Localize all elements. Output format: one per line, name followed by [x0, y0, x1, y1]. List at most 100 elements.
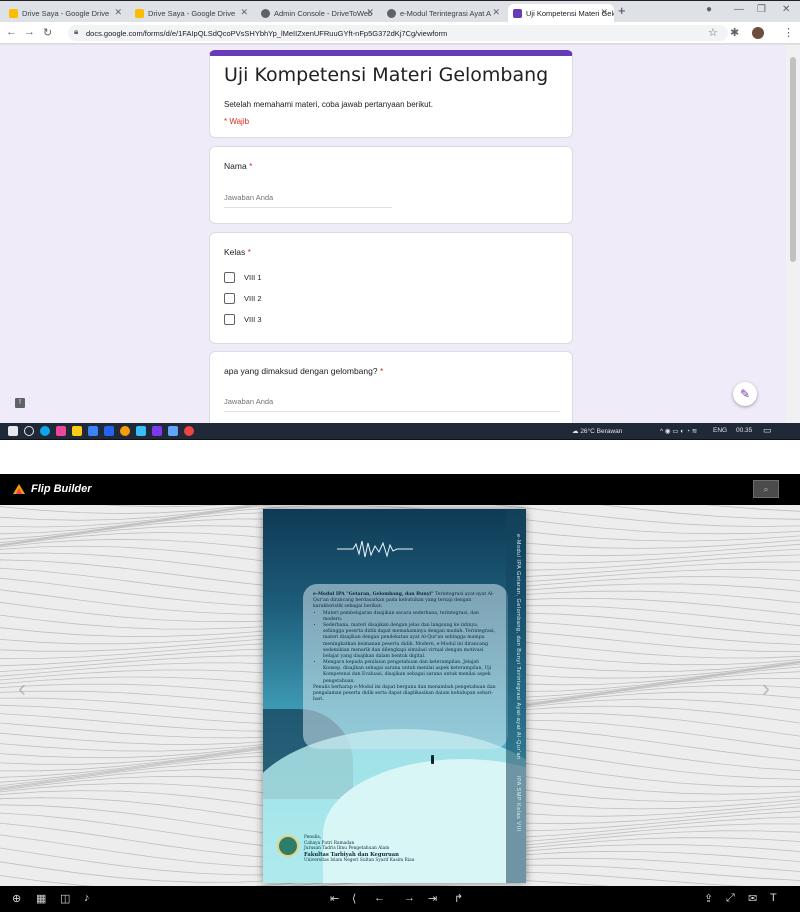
- first-page-icon[interactable]: ⇤: [330, 892, 339, 905]
- book-stage: ‹ › e-Modul IPA "Getaran, Gelombang, dan…: [0, 505, 800, 886]
- book-back-cover[interactable]: e-Modul IPA "Getaran, Gelombang, dan Bun…: [263, 509, 526, 883]
- maximize-icon[interactable]: ❐: [757, 4, 766, 15]
- app-icon[interactable]: [184, 426, 194, 436]
- star-icon[interactable]: ☆: [708, 26, 718, 39]
- avatar[interactable]: [752, 27, 764, 39]
- word-icon[interactable]: [104, 426, 114, 436]
- cover-person-silhouette: [431, 755, 434, 764]
- form-description: Setelah memahami materi, coba jawab pert…: [224, 100, 433, 109]
- new-tab-button[interactable]: +: [618, 3, 626, 18]
- menu-dots-icon[interactable]: ⋮: [783, 26, 794, 39]
- spine-title: e-Modul IPA Getaran, Gelombang, dan Buny…: [515, 534, 521, 832]
- profile-dot-icon[interactable]: ●: [706, 4, 712, 15]
- mail-icon[interactable]: ✉: [748, 892, 757, 905]
- browser-tab[interactable]: Drive Saya - Google Drive ✕: [130, 4, 254, 23]
- back-cover-description: e-Modul IPA "Getaran, Gelombang, dan Bun…: [303, 584, 508, 749]
- previous-page-arrow-icon[interactable]: ‹: [18, 675, 26, 703]
- browser-toolbar: ← → ↻ 🔒︎ docs.google.com/forms/d/e/1FAIp…: [0, 22, 800, 44]
- last-page-icon[interactable]: ⇥: [428, 892, 437, 905]
- page-scrollbar[interactable]: [786, 45, 800, 423]
- fullscreen-icon[interactable]: ⤢: [726, 892, 735, 905]
- edit-pencil-icon[interactable]: ✎: [733, 382, 757, 406]
- forward-arrow-icon[interactable]: →: [24, 26, 35, 38]
- browser-tab[interactable]: Admin Console - DriveToWeb ✕: [256, 4, 380, 23]
- lock-icon: 🔒︎: [74, 27, 79, 36]
- search-icon[interactable]: [24, 426, 34, 436]
- app-icon[interactable]: [168, 426, 178, 436]
- notification-icon[interactable]: ▭: [763, 425, 772, 436]
- nama-answer-input[interactable]: Jawaban Anda: [224, 193, 392, 208]
- tab-strip: Drive Saya - Google Drive ✕ Drive Saya -…: [0, 0, 800, 23]
- minimize-icon[interactable]: —: [734, 4, 744, 15]
- globe-favicon-icon: [261, 9, 270, 18]
- clock[interactable]: 00.35: [736, 427, 752, 434]
- checkbox-option[interactable]: VIII 3: [224, 314, 262, 325]
- edge-icon[interactable]: [40, 426, 50, 436]
- back-arrow-icon[interactable]: ←: [6, 26, 17, 38]
- form-header-card: Uji Kompetensi Materi Gelombang Setelah …: [209, 50, 573, 138]
- required-note: * Wajib: [224, 117, 250, 126]
- checkbox-option[interactable]: VIII 1: [224, 272, 262, 283]
- drive-favicon-icon: [135, 9, 144, 18]
- checkbox-option[interactable]: VIII 2: [224, 293, 262, 304]
- reload-icon[interactable]: ↻: [43, 26, 52, 39]
- question-label: apa yang dimaksud dengan gelombang? *: [224, 366, 384, 376]
- close-tab-icon[interactable]: ✕: [240, 7, 248, 18]
- search-icon[interactable]: ⌕: [753, 480, 779, 498]
- browser-window: Drive Saya - Google Drive ✕ Drive Saya -…: [0, 0, 800, 440]
- next-page-arrow-icon[interactable]: ›: [762, 675, 770, 703]
- weather-icon: ☁: [572, 428, 579, 435]
- browser-tab[interactable]: Drive Saya - Google Drive ✕: [4, 4, 128, 23]
- checkbox[interactable]: [224, 314, 235, 325]
- app-icon[interactable]: [152, 426, 162, 436]
- browser-tab-active[interactable]: Uji Kompetensi Materi Gelom ✕: [508, 4, 614, 23]
- previous-icon[interactable]: ←: [374, 892, 385, 904]
- checkbox[interactable]: [224, 293, 235, 304]
- windows-start-icon[interactable]: [8, 426, 18, 436]
- close-tab-icon[interactable]: ✕: [600, 7, 608, 18]
- close-tab-icon[interactable]: ✕: [366, 7, 374, 18]
- single-page-icon[interactable]: ◫: [60, 892, 70, 905]
- app-icon[interactable]: [56, 426, 66, 436]
- file-explorer-icon[interactable]: [72, 426, 82, 436]
- language-indicator[interactable]: ENG: [713, 427, 727, 434]
- forms-favicon-icon: [513, 9, 522, 18]
- zoom-icon[interactable]: ⊕: [12, 892, 21, 905]
- flipbuilder-logo: Flip Builder: [12, 482, 92, 496]
- question-label: Nama *: [224, 161, 253, 171]
- address-bar[interactable]: 🔒︎ docs.google.com/forms/d/e/1FAIpQLSdQc…: [68, 25, 728, 41]
- store-icon[interactable]: [88, 426, 98, 436]
- previous-page-icon[interactable]: ⟨: [352, 892, 356, 905]
- browser-tab[interactable]: e-Modul Terintegrasi Ayat A ✕: [382, 4, 506, 23]
- publisher-block: Penulis, Cahaya Putri Ramadan Jurusan Ta…: [277, 835, 414, 864]
- windows-taskbar: ☁ 26°C Berawan ^ ◉ ▭ ◐ ◔ ≋ ENG 00.35 ▭: [0, 423, 800, 440]
- list-item: Mengacu kepada penilaian pengetahuan dan…: [323, 660, 498, 685]
- question-card-kelas: Kelas * VIII 1 VIII 2 VIII 3: [209, 232, 573, 344]
- close-tab-icon[interactable]: ✕: [114, 7, 122, 18]
- tray-icons[interactable]: ^ ◉ ▭ ◐ ◔ ≋: [660, 427, 697, 435]
- checkbox[interactable]: [224, 272, 235, 283]
- weather-widget[interactable]: ☁ 26°C Berawan: [572, 427, 622, 435]
- gelombang-answer-input[interactable]: Jawaban Anda: [224, 397, 560, 412]
- extensions-icon[interactable]: ✱: [730, 26, 739, 39]
- form-title: Uji Kompetensi Materi Gelombang: [224, 64, 549, 86]
- app-icon[interactable]: [136, 426, 146, 436]
- drive-favicon-icon: [9, 9, 18, 18]
- url-text: docs.google.com/forms/d/e/1FAIpQLSdQcoPV…: [86, 28, 448, 38]
- google-form-page: Uji Kompetensi Materi Gelombang Setelah …: [0, 45, 786, 423]
- scrollbar-thumb[interactable]: [790, 57, 796, 262]
- next-icon[interactable]: →: [404, 892, 415, 904]
- report-feedback-icon[interactable]: !: [15, 398, 25, 408]
- sound-icon[interactable]: ♪: [84, 892, 90, 904]
- share-arrow-icon[interactable]: ↱: [454, 892, 463, 905]
- flipbook-viewer: Flip Builder ⌕ ‹ › e-Modul IPA "Getaran,…: [0, 474, 800, 912]
- text-icon[interactable]: T: [770, 892, 777, 904]
- thumbnails-icon[interactable]: ▦: [36, 892, 46, 905]
- chrome-icon[interactable]: [120, 426, 130, 436]
- close-tab-icon[interactable]: ✕: [492, 7, 500, 18]
- close-window-icon[interactable]: ✕: [782, 4, 790, 15]
- background-wave-line: [102, 505, 227, 508]
- flipbuilder-logo-icon: [13, 484, 25, 494]
- share-icon[interactable]: ⇪: [704, 892, 713, 905]
- composite-screenshot: Drive Saya - Google Drive ✕ Drive Saya -…: [0, 0, 800, 912]
